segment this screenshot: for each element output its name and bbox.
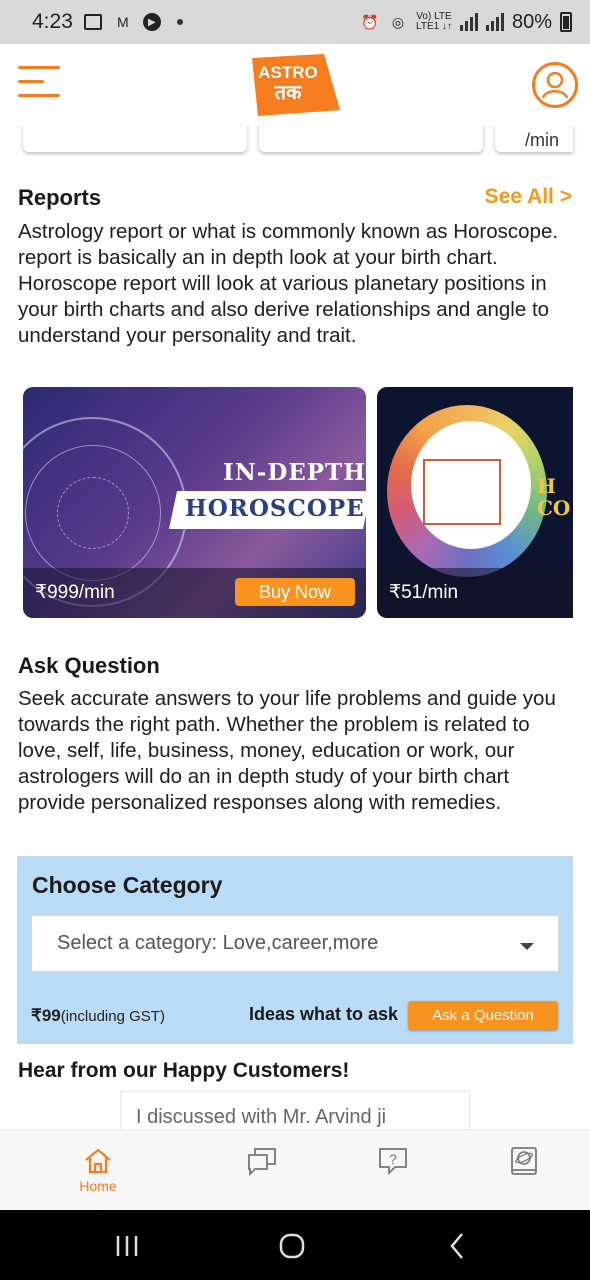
svg-text:?: ? — [389, 1151, 397, 1167]
question-price-note: (including GST) — [60, 1008, 165, 1025]
ask-question-description: Seek accurate answers to your life probl… — [18, 687, 556, 814]
report-card-2-line1: H — [537, 474, 556, 498]
status-time: 4:23 — [32, 10, 73, 33]
report-card-1-line2: HOROSCOPE — [185, 495, 365, 522]
choose-category-panel: Choose Category Select a category: Love,… — [17, 856, 573, 1044]
battery-percent: 80% — [511, 10, 552, 33]
testimonial-snippet: I discussed with Mr. Arvind ji — [136, 1106, 387, 1128]
nav-reports[interactable] — [494, 1146, 554, 1202]
top-card-3-price: /min — [524, 130, 559, 150]
chevron-down-icon — [520, 943, 534, 950]
system-navigation-bar — [0, 1210, 590, 1280]
choose-category-title: Choose Category — [32, 872, 223, 898]
signal-2-icon — [485, 13, 504, 31]
recent-apps-icon[interactable] — [112, 1232, 142, 1260]
question-price-value: ₹99 — [31, 1006, 61, 1025]
report-card-2-line2: CO — [537, 496, 571, 520]
hamburger-menu-icon[interactable] — [18, 66, 60, 102]
birth-chart-icon — [423, 459, 501, 525]
logo-line1: ASTRO — [258, 63, 318, 82]
status-bar: 4:23 M ▶ ⏰ ◎ Vo) LTE LTE1 ↓↑ 80% — [0, 0, 590, 44]
nav-home[interactable]: Home — [68, 1146, 128, 1202]
nav-chat[interactable] — [232, 1146, 292, 1202]
book-icon — [511, 1147, 537, 1175]
top-card-3[interactable]: /min — [495, 126, 573, 152]
ask-question-title: Ask Question — [18, 653, 160, 678]
bottom-navigation: Home ? — [0, 1129, 590, 1210]
battery-icon — [560, 12, 572, 32]
report-card-in-depth-horoscope[interactable]: IN-DEPTH HOROSCOPE ₹999/min Buy Now — [23, 387, 366, 618]
report-card-1-line1: IN-DEPTH — [223, 459, 366, 486]
nav-home-label: Home — [79, 1178, 117, 1194]
testimonials-title: Hear from our Happy Customers! — [18, 1059, 350, 1082]
reports-title: Reports — [18, 185, 102, 210]
chat-icon — [248, 1148, 276, 1176]
top-card-2[interactable] — [259, 126, 483, 152]
ask-a-question-button[interactable]: Ask a Question — [408, 1001, 558, 1030]
question-price: ₹99(including GST) — [31, 1006, 165, 1026]
testimonial-card[interactable]: I discussed with Mr. Arvind ji — [120, 1091, 470, 1131]
network-type: Vo) LTE LTE1 ↓↑ — [416, 11, 452, 32]
top-card-1[interactable] — [23, 126, 247, 152]
astro-tak-logo[interactable]: ASTRO तक — [248, 52, 340, 116]
gallery-icon — [83, 12, 103, 32]
notification-dot-icon — [176, 19, 183, 25]
nav-ask-question[interactable]: ? — [363, 1146, 423, 1202]
ideas-what-to-ask-link[interactable]: Ideas what to ask — [249, 1004, 398, 1025]
gmail-icon: M — [117, 14, 129, 30]
user-profile-icon[interactable] — [532, 62, 578, 108]
back-icon[interactable] — [447, 1231, 467, 1261]
top-cards-row: /min — [0, 126, 590, 156]
see-all-link[interactable]: See All > — [485, 185, 572, 209]
report-card-2[interactable]: H CO ₹51/min — [377, 387, 573, 618]
reports-description: Astrology report or what is commonly kno… — [18, 220, 559, 347]
logo-line2: तक — [274, 82, 302, 104]
question-icon: ? — [379, 1148, 407, 1176]
category-select[interactable]: Select a category: Love,career,more — [31, 915, 559, 972]
app-header: ASTRO तक — [0, 44, 590, 126]
home-button-icon[interactable] — [277, 1231, 307, 1261]
signal-icon — [459, 13, 478, 31]
reports-carousel[interactable]: IN-DEPTH HOROSCOPE ₹999/min Buy Now H CO… — [0, 387, 590, 619]
report-card-2-price: ₹51/min — [389, 582, 459, 603]
category-select-placeholder: Select a category: Love,career,more — [57, 932, 379, 954]
hotspot-icon: ◎ — [391, 13, 405, 30]
report-card-1-price: ₹999/min — [35, 582, 115, 603]
buy-now-button[interactable]: Buy Now — [235, 578, 355, 606]
alarm-icon: ⏰ — [361, 13, 379, 30]
home-icon — [85, 1148, 111, 1174]
play-icon: ▶ — [142, 13, 161, 31]
